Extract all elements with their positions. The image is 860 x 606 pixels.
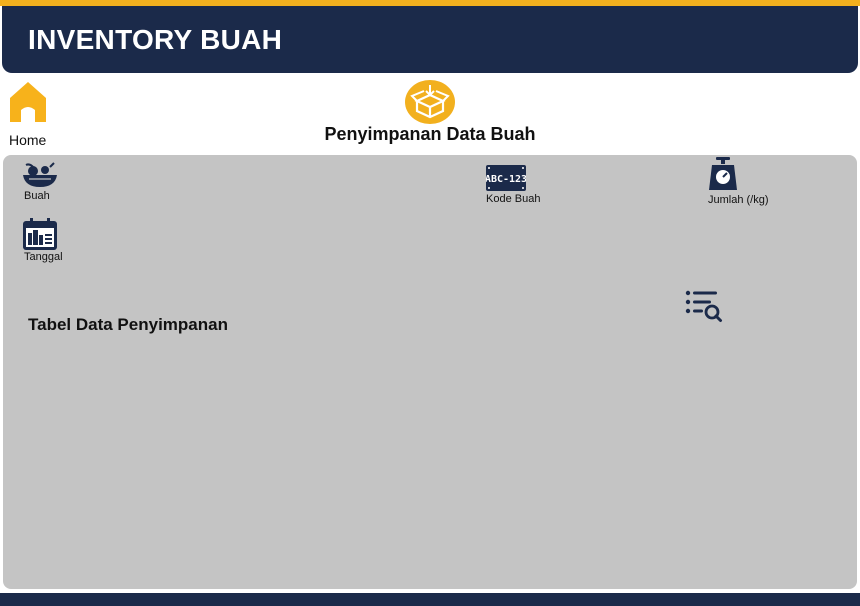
open-box-icon	[405, 80, 455, 124]
field-kode-buah[interactable]: ABC-123 Kode Buah	[485, 163, 555, 207]
field-label-jumlah: Jumlah (/kg)	[708, 194, 769, 206]
fruit-bowl-icon	[23, 162, 57, 187]
calendar-icon	[23, 218, 57, 250]
page-title: Penyimpanan Data Buah	[324, 124, 536, 144]
footer-bar	[0, 593, 860, 606]
field-label-tanggal: Tanggal	[24, 251, 63, 263]
home-icon	[10, 82, 46, 122]
app-header: INVENTORY BUAH	[2, 6, 858, 73]
code-plate-icon: ABC-123	[486, 165, 526, 191]
weight-scale-icon	[709, 157, 737, 190]
form-panel	[3, 155, 857, 589]
field-tanggal[interactable]: Tanggal	[22, 218, 82, 266]
field-jumlah[interactable]: Jumlah (/kg)	[707, 157, 787, 209]
field-label-buah: Buah	[24, 190, 50, 202]
table-search-button[interactable]	[684, 289, 724, 330]
field-buah[interactable]: Buah	[22, 161, 82, 205]
field-label-kode-buah: Kode Buah	[486, 193, 541, 205]
app-title: INVENTORY BUAH	[28, 24, 283, 55]
code-plate-text: ABC-123	[486, 174, 526, 185]
list-search-icon	[685, 290, 722, 322]
table-title: Tabel Data Penyimpanan	[28, 315, 228, 334]
